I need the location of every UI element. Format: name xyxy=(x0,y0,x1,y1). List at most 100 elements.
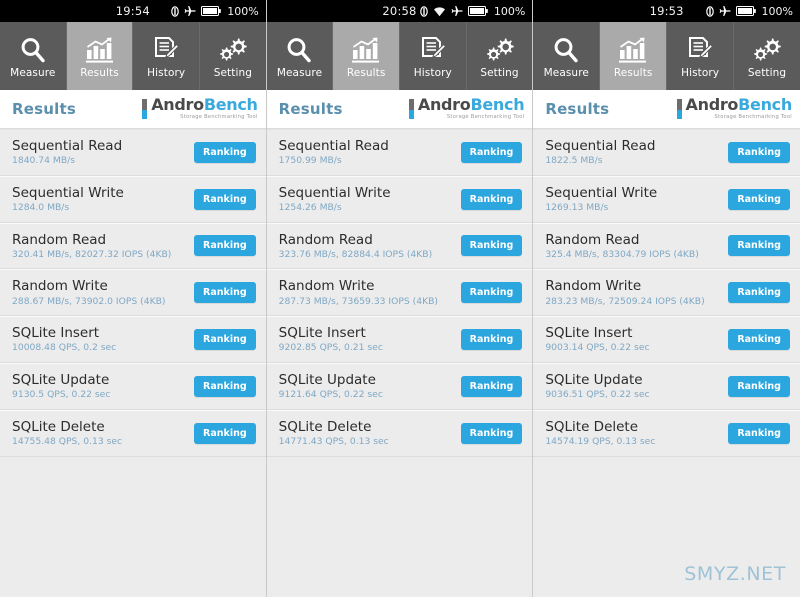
results-list: Sequential Read 1840.74 MB/s Ranking Sequen… xyxy=(0,129,266,597)
page-header: Results AndroBench Storage Benchmarking To… xyxy=(0,90,266,129)
tab-bar: Measure Results History Setting xyxy=(533,22,800,90)
result-row[interactable]: SQLite Delete 14755.48 QPS, 0.13 sec Ranki… xyxy=(0,409,266,457)
result-row[interactable]: Random Read 325.4 MB/s, 83304.79 IOPS (4K… xyxy=(533,222,800,270)
ranking-button[interactable]: Ranking xyxy=(460,141,523,163)
result-text: Random Write 288.67 MB/s, 73902.0 IOPS (4… xyxy=(12,279,166,306)
result-row[interactable]: Sequential Read 1822.5 MB/s Ranking xyxy=(533,129,800,176)
ranking-button[interactable]: Ranking xyxy=(460,375,523,397)
result-value: 323.76 MB/s, 82884.4 IOPS (4KB) xyxy=(278,248,433,260)
ranking-button[interactable]: Ranking xyxy=(194,375,256,397)
tab-history[interactable]: History xyxy=(667,22,735,90)
logo-bench: Bench xyxy=(470,95,525,115)
tab-measure[interactable]: Measure xyxy=(533,22,601,90)
ranking-button[interactable]: Ranking xyxy=(194,188,256,210)
result-title: Sequential Read xyxy=(278,137,389,154)
result-title: Sequential Write xyxy=(12,184,124,201)
logo-mark-icon xyxy=(142,98,148,119)
result-row[interactable]: Sequential Write 1284.0 MB/s Ranking xyxy=(0,175,266,223)
ranking-button[interactable]: Ranking xyxy=(728,188,790,210)
result-row[interactable]: Sequential Write 1269.13 MB/s Ranking xyxy=(533,175,800,223)
ranking-button[interactable]: Ranking xyxy=(728,422,790,444)
logo-text: AndroBench Storage Benchmarking Tool xyxy=(418,95,525,120)
result-value: 9130.5 QPS, 0.22 sec xyxy=(12,389,111,401)
result-row[interactable]: Random Write 287.73 MB/s, 73659.33 IOPS (… xyxy=(266,269,533,317)
tab-bar: Measure Results History Setting xyxy=(0,22,266,90)
result-row[interactable]: Sequential Read 1750.99 MB/s Ranking xyxy=(266,129,533,176)
ranking-button[interactable]: Ranking xyxy=(460,235,523,257)
result-title: SQLite Update xyxy=(545,371,643,388)
result-text: Sequential Write 1284.0 MB/s xyxy=(12,186,124,213)
tab-results[interactable]: Results xyxy=(66,22,134,90)
ranking-button[interactable]: Ranking xyxy=(728,235,790,257)
ranking-button[interactable]: Ranking xyxy=(194,235,256,257)
logo-bench: Bench xyxy=(738,95,792,115)
status-icon-group: 100% xyxy=(171,5,259,18)
tab-label: Setting xyxy=(213,66,252,79)
gears-icon xyxy=(485,36,515,64)
tab-label: Measure xyxy=(276,66,323,79)
ranking-button[interactable]: Ranking xyxy=(460,329,523,351)
result-value: 1284.0 MB/s xyxy=(12,201,70,213)
result-title: Sequential Write xyxy=(545,184,658,201)
airplane-icon xyxy=(719,5,731,17)
magnifier-icon-wrap xyxy=(552,34,580,64)
ranking-button[interactable]: Ranking xyxy=(728,141,790,163)
ranking-button[interactable]: Ranking xyxy=(460,282,523,304)
result-row[interactable]: Random Read 320.41 MB/s, 82027.32 IOPS (4… xyxy=(0,222,266,270)
result-row[interactable]: SQLite Update 9036.51 QPS, 0.22 sec Rankin… xyxy=(533,362,800,410)
tab-history[interactable]: History xyxy=(133,22,201,90)
result-row[interactable]: SQLite Delete 14574.19 QPS, 0.13 sec Ranki… xyxy=(533,409,800,457)
magnifier-icon xyxy=(552,36,580,64)
page-title: Results xyxy=(278,100,343,118)
result-value: 1254.26 MB/s xyxy=(278,201,342,213)
result-row[interactable]: Sequential Read 1840.74 MB/s Ranking xyxy=(0,129,266,176)
result-row[interactable]: Random Write 288.67 MB/s, 73902.0 IOPS (4… xyxy=(0,269,266,317)
ranking-button[interactable]: Ranking xyxy=(194,141,256,163)
result-row[interactable]: SQLite Insert 9202.85 QPS, 0.21 sec Rankin… xyxy=(266,316,533,363)
result-title: SQLite Update xyxy=(278,371,376,388)
tab-measure[interactable]: Measure xyxy=(0,22,67,90)
ranking-button[interactable]: Ranking xyxy=(194,282,256,304)
magnifier-icon xyxy=(285,36,313,64)
result-row[interactable]: SQLite Update 9121.64 QPS, 0.22 sec Rankin… xyxy=(266,362,533,410)
airplane-icon xyxy=(184,5,196,17)
result-title: Random Read xyxy=(545,231,640,248)
result-row[interactable]: SQLite Insert 9003.14 QPS, 0.22 sec Rankin… xyxy=(533,316,800,363)
result-row[interactable]: SQLite Insert 10008.48 QPS, 0.2 sec Rankin… xyxy=(0,316,266,363)
magnifier-icon-wrap xyxy=(19,34,47,64)
tab-setting[interactable]: Setting xyxy=(467,22,533,90)
result-text: Random Write 283.23 MB/s, 72509.24 IOPS (… xyxy=(545,279,704,306)
ranking-button[interactable]: Ranking xyxy=(460,188,523,210)
ranking-button[interactable]: Ranking xyxy=(728,375,790,397)
result-row[interactable]: Random Read 323.76 MB/s, 82884.4 IOPS (4K… xyxy=(266,222,533,270)
ranking-button[interactable]: Ranking xyxy=(194,329,256,351)
tab-setting[interactable]: Setting xyxy=(200,22,266,90)
logo-text: AndroBench Storage Benchmarking Tool xyxy=(151,95,258,120)
result-title: SQLite Delete xyxy=(12,418,105,435)
result-title: Random Write xyxy=(12,278,108,295)
result-text: Random Read 325.4 MB/s, 83304.79 IOPS (4K… xyxy=(545,231,699,260)
result-title: SQLite Insert xyxy=(278,325,366,342)
result-value: 9036.51 QPS, 0.22 sec xyxy=(545,389,650,401)
result-title: Random Write xyxy=(278,278,375,295)
result-value: 1840.74 MB/s xyxy=(12,155,76,167)
tab-setting[interactable]: Setting xyxy=(734,22,800,90)
status-bar: 20:58 100% xyxy=(266,0,533,22)
ranking-button[interactable]: Ranking xyxy=(728,282,790,304)
ranking-button[interactable]: Ranking xyxy=(728,329,790,351)
logo-andro: Andro xyxy=(151,95,204,115)
ranking-button[interactable]: Ranking xyxy=(194,422,256,444)
result-row[interactable]: SQLite Delete 14771.43 QPS, 0.13 sec Ranki… xyxy=(266,409,533,457)
page-header: Results AndroBench Storage Benchmarking To… xyxy=(533,90,800,129)
tab-results[interactable]: Results xyxy=(600,22,668,90)
tab-history[interactable]: History xyxy=(400,22,467,90)
result-row[interactable]: Sequential Write 1254.26 MB/s Ranking xyxy=(266,175,533,223)
result-text: Random Read 323.76 MB/s, 82884.4 IOPS (4K… xyxy=(278,232,433,260)
tab-measure[interactable]: Measure xyxy=(267,22,334,90)
ranking-button[interactable]: Ranking xyxy=(460,422,523,444)
tab-label: Setting xyxy=(747,66,787,79)
result-row[interactable]: Random Write 283.23 MB/s, 72509.24 IOPS (… xyxy=(533,269,800,317)
result-value: 283.23 MB/s, 72509.24 IOPS (4KB) xyxy=(545,295,705,307)
result-row[interactable]: SQLite Update 9130.5 QPS, 0.22 sec Ranking xyxy=(0,362,266,410)
tab-results[interactable]: Results xyxy=(333,22,400,90)
